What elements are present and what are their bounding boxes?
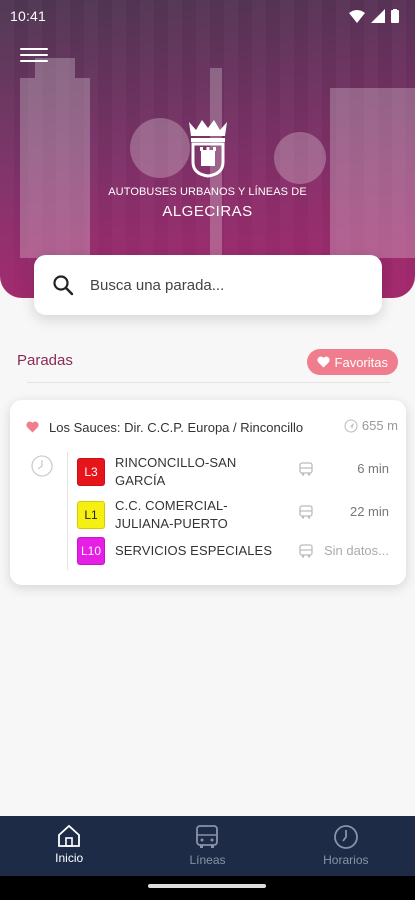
home-gesture-pill[interactable] [148, 884, 266, 888]
nav-item-horarios[interactable]: Horarios [277, 816, 415, 876]
signal-icon [371, 9, 385, 23]
stop-distance-value: 655 m [361, 418, 398, 433]
nav-label: Líneas [189, 853, 226, 867]
search-bar[interactable] [34, 255, 382, 315]
bus-icon [299, 462, 313, 476]
nav-label: Horarios [323, 853, 369, 867]
heart-icon [316, 356, 330, 368]
route-name: C.C. COMERCIAL-JULIANA-PUERTO [115, 498, 228, 531]
clock-icon [333, 825, 358, 849]
menu-icon-bar [20, 60, 48, 62]
favorite-heart-icon[interactable] [26, 421, 39, 433]
route-badge: L3 [77, 458, 105, 486]
route-name: SERVICIOS ESPECIALES [115, 543, 273, 558]
status-bar: 10:41 [0, 0, 415, 32]
search-input[interactable] [90, 276, 350, 294]
system-nav-bar [0, 876, 415, 900]
bus-icon [299, 544, 313, 558]
brand-title: ALGECIRAS [162, 203, 253, 220]
bus-icon [299, 505, 313, 519]
status-time: 10:41 [10, 8, 47, 24]
stop-header: Los Sauces: Dir. C.C.P. Europa / Rinconc… [26, 418, 398, 436]
route-row[interactable]: L3 RINCONCILLO-SAN GARCÍA 6 min [77, 454, 397, 490]
nav-item-inicio[interactable]: Inicio [0, 816, 138, 876]
timeline-line [67, 452, 68, 570]
menu-icon-bar [20, 48, 48, 50]
route-badge: L10 [77, 537, 105, 565]
route-eta: 6 min [357, 461, 389, 476]
clock-icon [31, 455, 53, 477]
search-icon [53, 275, 74, 296]
section-title: Paradas [17, 352, 73, 369]
navigation-arrow-icon [344, 419, 358, 432]
divider [27, 382, 391, 383]
battery-icon [391, 9, 399, 23]
route-eta: 22 min [349, 504, 389, 519]
wifi-icon [349, 9, 365, 23]
favorites-button[interactable]: Favoritas [306, 349, 398, 375]
nav-item-lineas[interactable]: Líneas [138, 816, 276, 876]
route-row[interactable]: L1 C.C. COMERCIAL-JULIANA-PUERTO 22 min [77, 497, 397, 533]
bus-icon [196, 825, 219, 848]
route-row[interactable]: L10 SERVICIOS ESPECIALES Sin datos... [77, 537, 397, 565]
favorites-label: Favoritas [334, 354, 388, 370]
stop-name: Los Sauces: Dir. C.C.P. Europa / Rinconc… [49, 419, 304, 435]
menu-icon-bar [20, 54, 48, 56]
stop-distance: 655 m [344, 418, 398, 433]
route-eta: Sin datos... [323, 543, 389, 558]
crown-castle-logo-icon [189, 120, 227, 178]
home-icon [58, 824, 81, 847]
route-name: RINCONCILLO-SAN GARCÍA [115, 455, 237, 488]
bottom-nav: Inicio Líneas Horarios [0, 816, 415, 876]
menu-button[interactable] [20, 44, 48, 66]
stop-card[interactable]: Los Sauces: Dir. C.C.P. Europa / Rinconc… [10, 400, 406, 585]
brand-subtitle: AUTOBUSES URBANOS Y LÍNEAS DE [108, 186, 307, 198]
route-badge: L1 [77, 501, 105, 529]
nav-label: Inicio [55, 851, 84, 865]
